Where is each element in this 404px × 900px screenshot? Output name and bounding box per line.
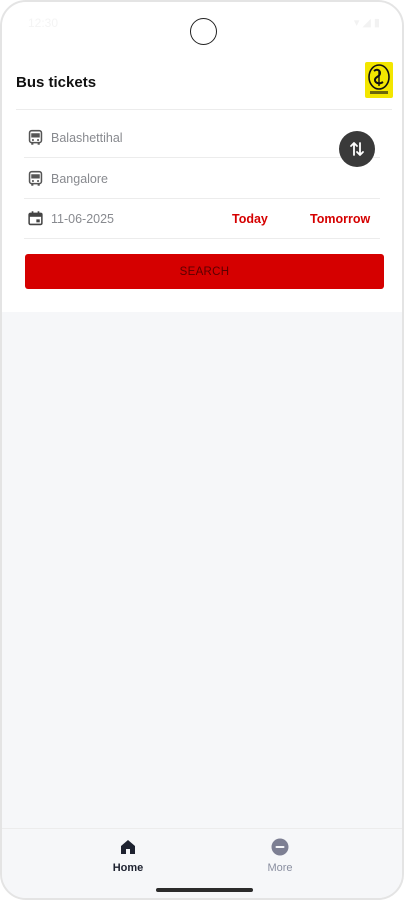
today-button[interactable]: Today bbox=[232, 212, 268, 226]
brand-logo-icon bbox=[368, 64, 390, 94]
status-time: 12:30 bbox=[28, 16, 59, 30]
nav-home[interactable]: Home bbox=[88, 837, 168, 874]
to-field[interactable]: Bangalore bbox=[24, 159, 380, 199]
more-icon bbox=[271, 838, 289, 856]
camera-notch bbox=[190, 18, 217, 45]
bus-icon bbox=[28, 129, 43, 145]
to-value: Bangalore bbox=[51, 172, 108, 186]
app-header: Bus tickets bbox=[2, 48, 402, 110]
search-button[interactable]: SEARCH bbox=[25, 254, 384, 289]
nav-more[interactable]: More bbox=[240, 837, 320, 874]
page-title: Bus tickets bbox=[16, 74, 97, 91]
home-icon bbox=[121, 840, 135, 854]
date-field[interactable]: 11-06-2025 Today Tomorrow bbox=[24, 199, 380, 239]
status-bar: 12:30 ▾ ◢ ▮ bbox=[2, 2, 402, 48]
calendar-icon bbox=[28, 211, 43, 226]
swap-icon bbox=[350, 142, 364, 156]
status-icons: ▾ ◢ ▮ bbox=[353, 17, 380, 29]
nav-more-label: More bbox=[267, 862, 293, 874]
phone-screen: 12:30 ▾ ◢ ▮ Bus tickets Balashettihal Ba… bbox=[0, 0, 404, 900]
swap-route-button[interactable] bbox=[339, 131, 375, 167]
from-field[interactable]: Balashettihal bbox=[24, 118, 380, 158]
from-value: Balashettihal bbox=[51, 131, 123, 145]
nav-home-label: Home bbox=[112, 862, 144, 874]
bus-icon bbox=[28, 170, 43, 186]
home-indicator bbox=[156, 888, 253, 892]
brand-logo bbox=[365, 62, 393, 98]
date-value: 11-06-2025 bbox=[51, 212, 115, 226]
tomorrow-button[interactable]: Tomorrow bbox=[310, 212, 370, 226]
